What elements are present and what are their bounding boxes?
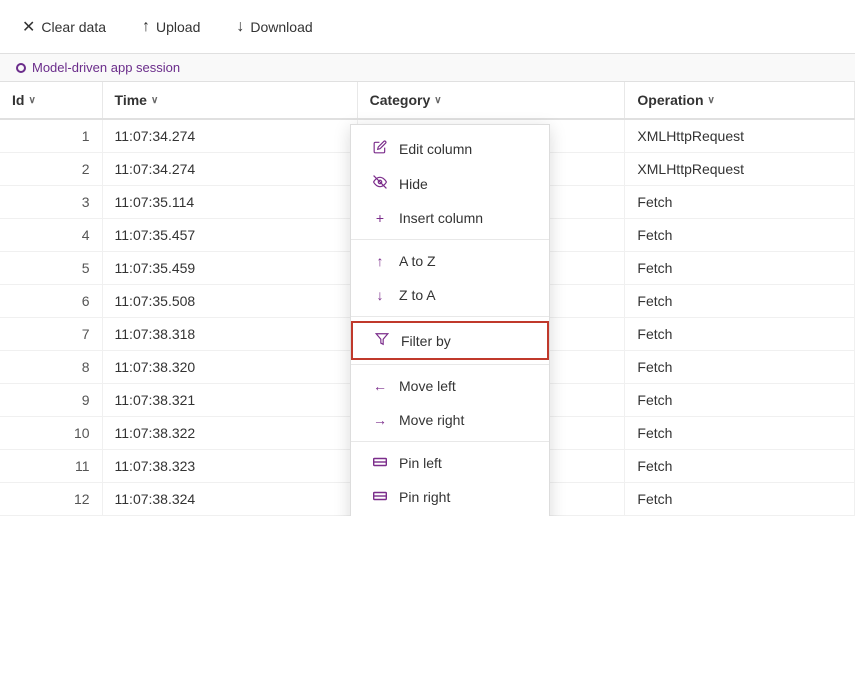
menu-separator <box>351 441 549 442</box>
col-header-id[interactable]: Id ∨ <box>0 82 102 119</box>
menu-item-move-left[interactable]: ← Move left <box>351 369 549 403</box>
cell-time: 11:07:35.114 <box>102 186 357 219</box>
cell-id: 4 <box>0 219 102 252</box>
pin-left-icon <box>371 455 389 471</box>
cell-time: 11:07:35.508 <box>102 285 357 318</box>
insert-column-label: Insert column <box>399 210 483 226</box>
edit-column-icon <box>371 140 389 157</box>
cell-time: 11:07:35.457 <box>102 219 357 252</box>
col-header-operation[interactable]: Operation ∨ <box>625 82 855 119</box>
cell-operation: XMLHttpRequest <box>625 119 855 153</box>
cell-operation: Fetch <box>625 219 855 252</box>
insert-column-icon: + <box>371 210 389 226</box>
cell-operation: Fetch <box>625 285 855 318</box>
cell-time: 11:07:38.320 <box>102 351 357 384</box>
cell-id: 2 <box>0 153 102 186</box>
filter-by-label: Filter by <box>401 333 451 349</box>
menu-item-z-to-a[interactable]: ↓ Z to A <box>351 278 549 312</box>
move-right-label: Move right <box>399 412 464 428</box>
upload-button[interactable]: ↑ Upload <box>136 14 206 40</box>
menu-item-hide[interactable]: Hide <box>351 166 549 201</box>
cell-time: 11:07:38.324 <box>102 483 357 516</box>
edit-column-label: Edit column <box>399 141 472 157</box>
cell-id: 1 <box>0 119 102 153</box>
z-to-a-label: Z to A <box>399 287 436 303</box>
session-banner: Model-driven app session <box>0 54 855 82</box>
cell-operation: Fetch <box>625 483 855 516</box>
session-dot-icon <box>16 63 26 73</box>
cell-operation: Fetch <box>625 450 855 483</box>
a-to-z-label: A to Z <box>399 253 436 269</box>
move-left-label: Move left <box>399 378 456 394</box>
download-icon: ↓ <box>236 18 244 36</box>
hide-label: Hide <box>399 176 428 192</box>
clear-data-label: Clear data <box>41 19 106 35</box>
cell-id: 6 <box>0 285 102 318</box>
col-header-category[interactable]: Category ∨ <box>357 82 625 119</box>
menu-separator <box>351 239 549 240</box>
cell-operation: Fetch <box>625 384 855 417</box>
column-context-menu: Edit column Hide + Insert column ↑ A to … <box>350 124 550 516</box>
download-label: Download <box>250 19 312 35</box>
cell-time: 11:07:38.323 <box>102 450 357 483</box>
upload-icon: ↑ <box>142 18 150 36</box>
cell-id: 12 <box>0 483 102 516</box>
cell-time: 11:07:38.321 <box>102 384 357 417</box>
filter-by-icon <box>373 332 391 349</box>
menu-separator <box>351 316 549 317</box>
cell-id: 10 <box>0 417 102 450</box>
col-time-chevron: ∨ <box>151 95 158 106</box>
menu-item-insert-column[interactable]: + Insert column <box>351 201 549 235</box>
col-category-chevron: ∨ <box>434 95 441 106</box>
a-to-z-icon: ↑ <box>371 253 389 269</box>
cell-id: 3 <box>0 186 102 219</box>
menu-item-a-to-z[interactable]: ↑ A to Z <box>351 244 549 278</box>
cell-time: 11:07:38.322 <box>102 417 357 450</box>
col-id-chevron: ∨ <box>28 95 35 106</box>
cell-id: 9 <box>0 384 102 417</box>
col-operation-chevron: ∨ <box>708 95 715 106</box>
cell-operation: Fetch <box>625 318 855 351</box>
cell-operation: Fetch <box>625 417 855 450</box>
cell-operation: Fetch <box>625 351 855 384</box>
pin-right-icon <box>371 489 389 505</box>
table-area: Id ∨ Time ∨ Category ∨ <box>0 82 855 516</box>
pin-right-label: Pin right <box>399 489 450 505</box>
cell-id: 8 <box>0 351 102 384</box>
cell-operation: Fetch <box>625 252 855 285</box>
menu-separator <box>351 364 549 365</box>
upload-label: Upload <box>156 19 200 35</box>
col-category-label: Category <box>370 92 431 108</box>
col-operation-label: Operation <box>637 92 703 108</box>
move-right-icon: → <box>371 412 389 428</box>
menu-item-filter-by[interactable]: Filter by <box>351 321 549 360</box>
cell-time: 11:07:35.459 <box>102 252 357 285</box>
clear-data-button[interactable]: ✕ Clear data <box>16 13 112 41</box>
move-left-icon: ← <box>371 378 389 394</box>
col-header-time[interactable]: Time ∨ <box>102 82 357 119</box>
menu-item-move-right[interactable]: → Move right <box>351 403 549 437</box>
toolbar: ✕ Clear data ↑ Upload ↓ Download <box>0 0 855 54</box>
cell-id: 7 <box>0 318 102 351</box>
z-to-a-icon: ↓ <box>371 287 389 303</box>
cell-operation: Fetch <box>625 186 855 219</box>
cell-id: 11 <box>0 450 102 483</box>
col-time-label: Time <box>115 92 147 108</box>
hide-icon <box>371 175 389 192</box>
session-label: Model-driven app session <box>32 60 180 75</box>
col-id-label: Id <box>12 92 24 108</box>
menu-item-edit-column[interactable]: Edit column <box>351 131 549 166</box>
menu-item-pin-right[interactable]: Pin right <box>351 480 549 514</box>
menu-item-pin-left[interactable]: Pin left <box>351 446 549 480</box>
cell-time: 11:07:34.274 <box>102 153 357 186</box>
pin-left-label: Pin left <box>399 455 442 471</box>
cell-operation: XMLHttpRequest <box>625 153 855 186</box>
cell-time: 11:07:34.274 <box>102 119 357 153</box>
cell-time: 11:07:38.318 <box>102 318 357 351</box>
cell-id: 5 <box>0 252 102 285</box>
clear-data-icon: ✕ <box>22 17 35 37</box>
download-button[interactable]: ↓ Download <box>230 14 318 40</box>
